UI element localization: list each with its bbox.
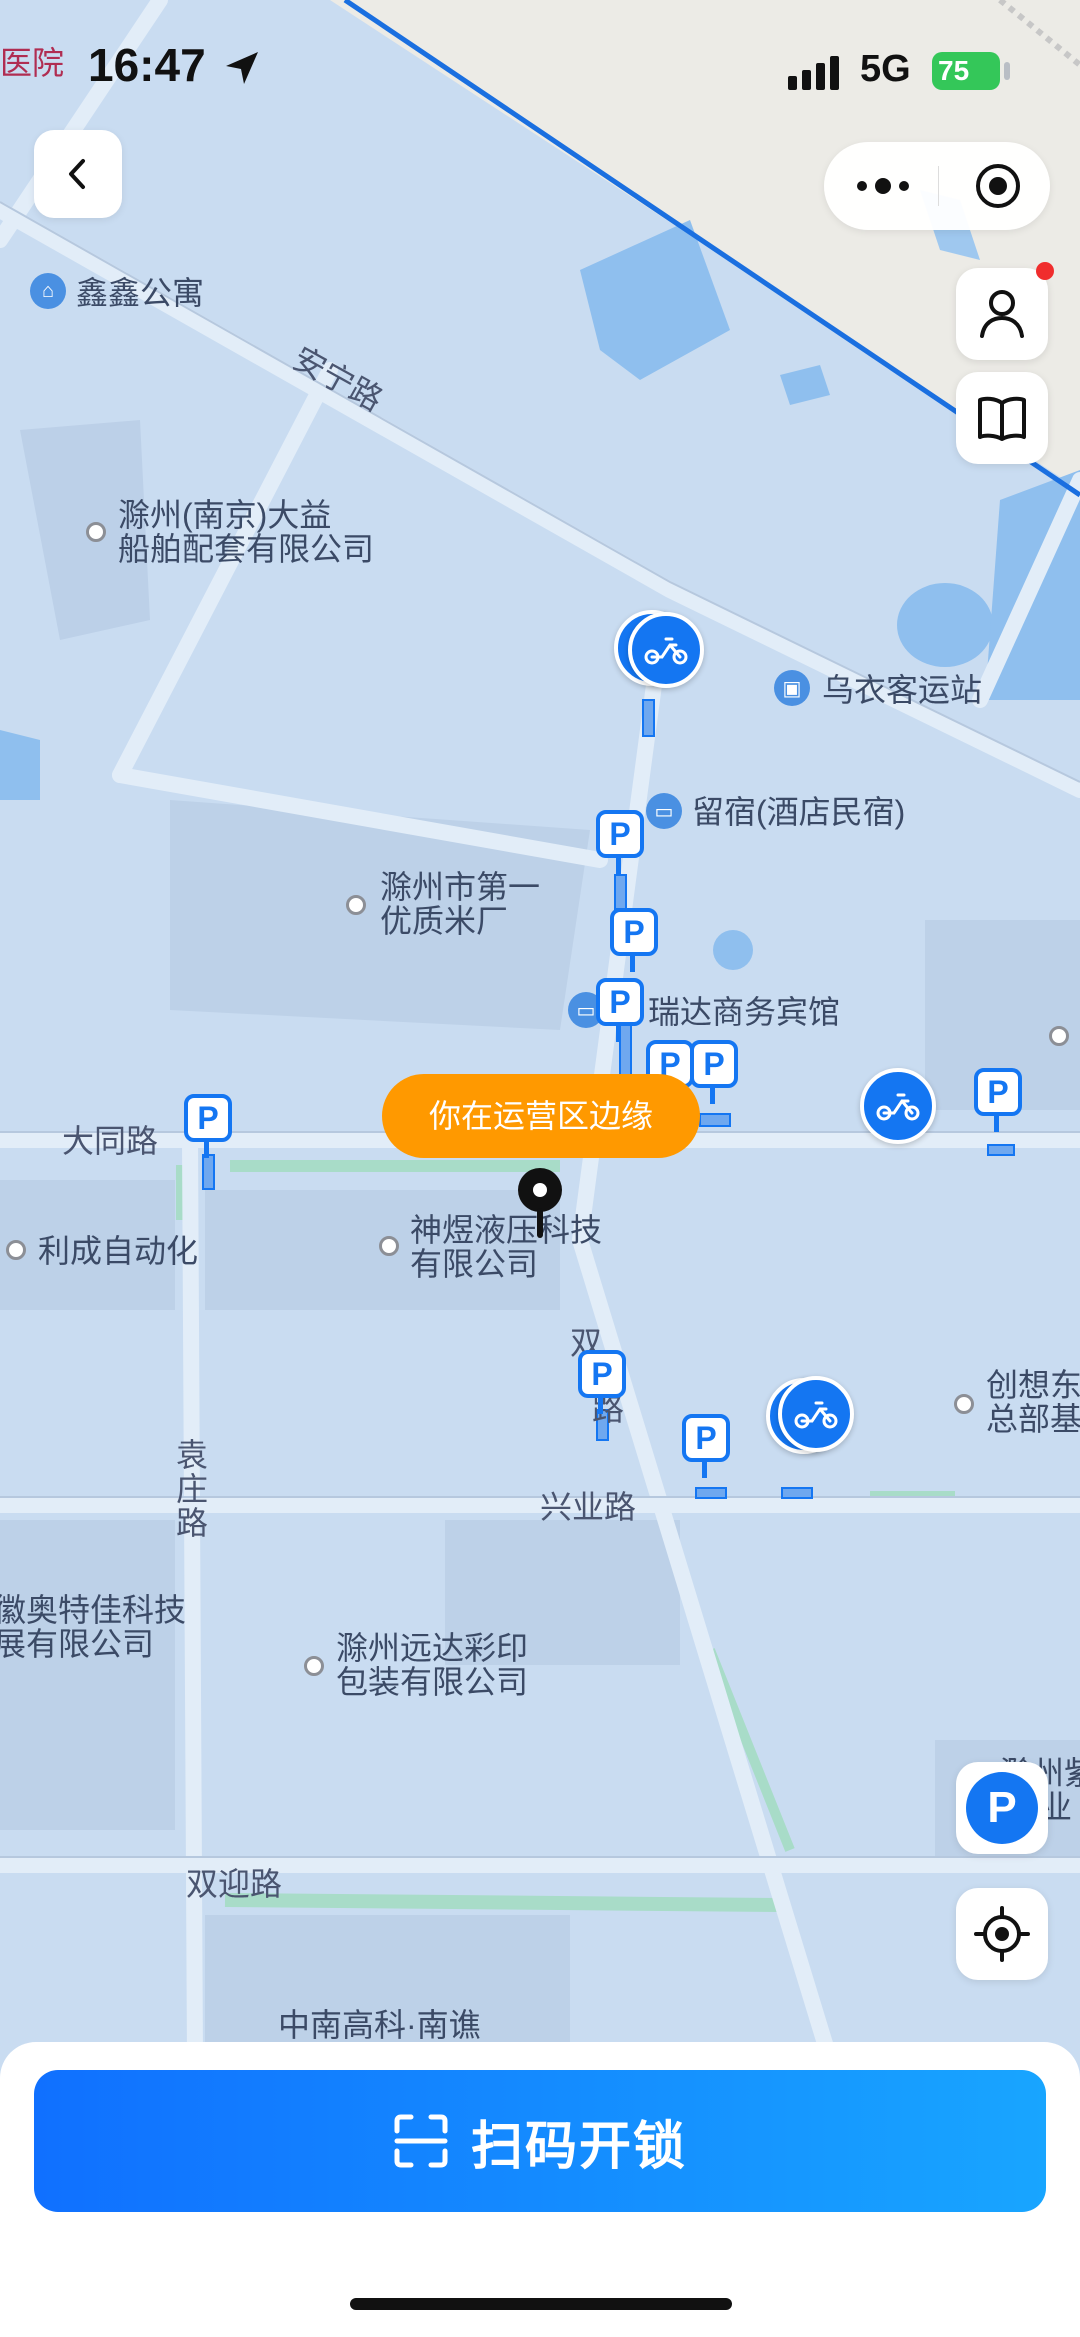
parking-marker[interactable]: P — [596, 978, 644, 1042]
more-dots-icon[interactable] — [854, 174, 912, 198]
status-bar: 医院 16:47 5G 75 — [0, 0, 1080, 140]
poi-label[interactable]: 留宿(酒店民宿) — [692, 795, 905, 829]
back-button[interactable] — [34, 130, 122, 218]
user-location-pin-icon — [518, 1168, 562, 1238]
poi-dot — [379, 1236, 399, 1256]
poi-dot — [6, 1240, 26, 1260]
location-arrow-icon — [226, 52, 258, 84]
scan-unlock-label: 扫码开锁 — [470, 2117, 687, 2176]
signal-icon — [788, 56, 839, 90]
hotel-poi-icon: ▭ — [646, 793, 682, 829]
chevron-left-icon — [69, 159, 85, 189]
parking-marker[interactable]: P — [610, 908, 658, 972]
capsule-divider — [938, 166, 939, 206]
poi-label[interactable]: 徽奥特佳科技 — [0, 1593, 186, 1627]
poi-label[interactable]: 滁州(南京)大益 — [118, 498, 331, 532]
road-label: 袁 — [176, 1437, 209, 1473]
battery-indicator: 75 — [932, 52, 1000, 90]
poi-label[interactable]: 神煜液压科技 — [410, 1213, 602, 1247]
poi-label[interactable]: 乌衣客运站 — [822, 673, 982, 707]
poi-label[interactable]: 中南高科·南谯 — [278, 2008, 481, 2042]
recenter-button[interactable] — [956, 1888, 1048, 1980]
scooter-icon — [876, 1093, 920, 1121]
scan-frame-icon — [394, 2114, 448, 2168]
poi-label[interactable]: 有限公司 — [410, 1247, 538, 1281]
poi-label[interactable]: 总部基 — [986, 1402, 1080, 1436]
ebike-marker[interactable] — [628, 612, 704, 688]
person-icon — [980, 290, 1024, 338]
poi-label[interactable]: 利成自动化 — [38, 1234, 198, 1268]
book-icon — [978, 396, 1026, 441]
poi-label[interactable]: 展有限公司 — [0, 1627, 154, 1661]
scan-unlock-button[interactable]: 扫码开锁 — [34, 2070, 1046, 2212]
road-label: 庄 — [176, 1471, 209, 1507]
ebike-marker[interactable] — [778, 1376, 854, 1452]
road-label: 兴业路 — [540, 1489, 637, 1525]
parking-marker[interactable]: P — [974, 1068, 1022, 1132]
poi-label[interactable]: 滁州远达彩印 — [336, 1631, 528, 1665]
miniprogram-capsule — [824, 142, 1050, 230]
road-label: 路 — [176, 1505, 209, 1541]
scooter-icon — [794, 1401, 838, 1429]
poi-label[interactable]: 包装有限公司 — [336, 1665, 528, 1699]
scooter-icon — [644, 637, 688, 665]
guide-button[interactable] — [956, 372, 1048, 464]
poi-dot — [346, 895, 366, 915]
notification-dot — [1036, 262, 1054, 280]
bus-station-poi-icon: ▣ — [774, 670, 810, 706]
parking-marker[interactable]: P — [682, 1414, 730, 1478]
target-circle-icon[interactable] — [974, 162, 1022, 210]
parking-marker[interactable]: P — [184, 1094, 232, 1158]
poi-dot — [1049, 1026, 1069, 1046]
map-corner-label: 医院 — [0, 45, 65, 81]
poi-label[interactable]: 鑫鑫公寓 — [76, 276, 204, 310]
status-time: 16:47 — [88, 39, 206, 91]
poi-label[interactable]: 滁州市第一 — [380, 870, 540, 904]
parking-marker[interactable]: P — [596, 810, 644, 874]
poi-label[interactable]: 优质米厂 — [380, 904, 508, 938]
poi-label[interactable]: 瑞达商务宾馆 — [648, 995, 840, 1029]
poi-label[interactable]: 船舶配套有限公司 — [118, 532, 374, 566]
poi-dot — [304, 1656, 324, 1676]
parking-marker[interactable]: P — [690, 1040, 738, 1104]
battery-cap — [1004, 62, 1010, 80]
profile-button[interactable] — [956, 262, 1054, 360]
home-indicator[interactable] — [350, 2298, 732, 2310]
crosshair-icon — [974, 1906, 1030, 1962]
poi-label[interactable]: 创想东 — [986, 1368, 1080, 1402]
ebike-marker[interactable] — [860, 1068, 936, 1144]
parking-spots-button[interactable]: P — [956, 1762, 1048, 1854]
road-label: 大同路 — [62, 1123, 159, 1159]
parking-circle-icon: P — [966, 1772, 1038, 1844]
poi-dot — [86, 522, 106, 542]
parking-marker[interactable]: P — [578, 1350, 626, 1414]
network-type: 5G — [860, 48, 911, 90]
poi-dot — [954, 1394, 974, 1414]
apartment-poi-icon: ⌂ — [30, 273, 66, 309]
road-label: 双迎路 — [186, 1866, 283, 1902]
operating-area-tooltip: 你在运营区边缘 — [382, 1074, 700, 1158]
